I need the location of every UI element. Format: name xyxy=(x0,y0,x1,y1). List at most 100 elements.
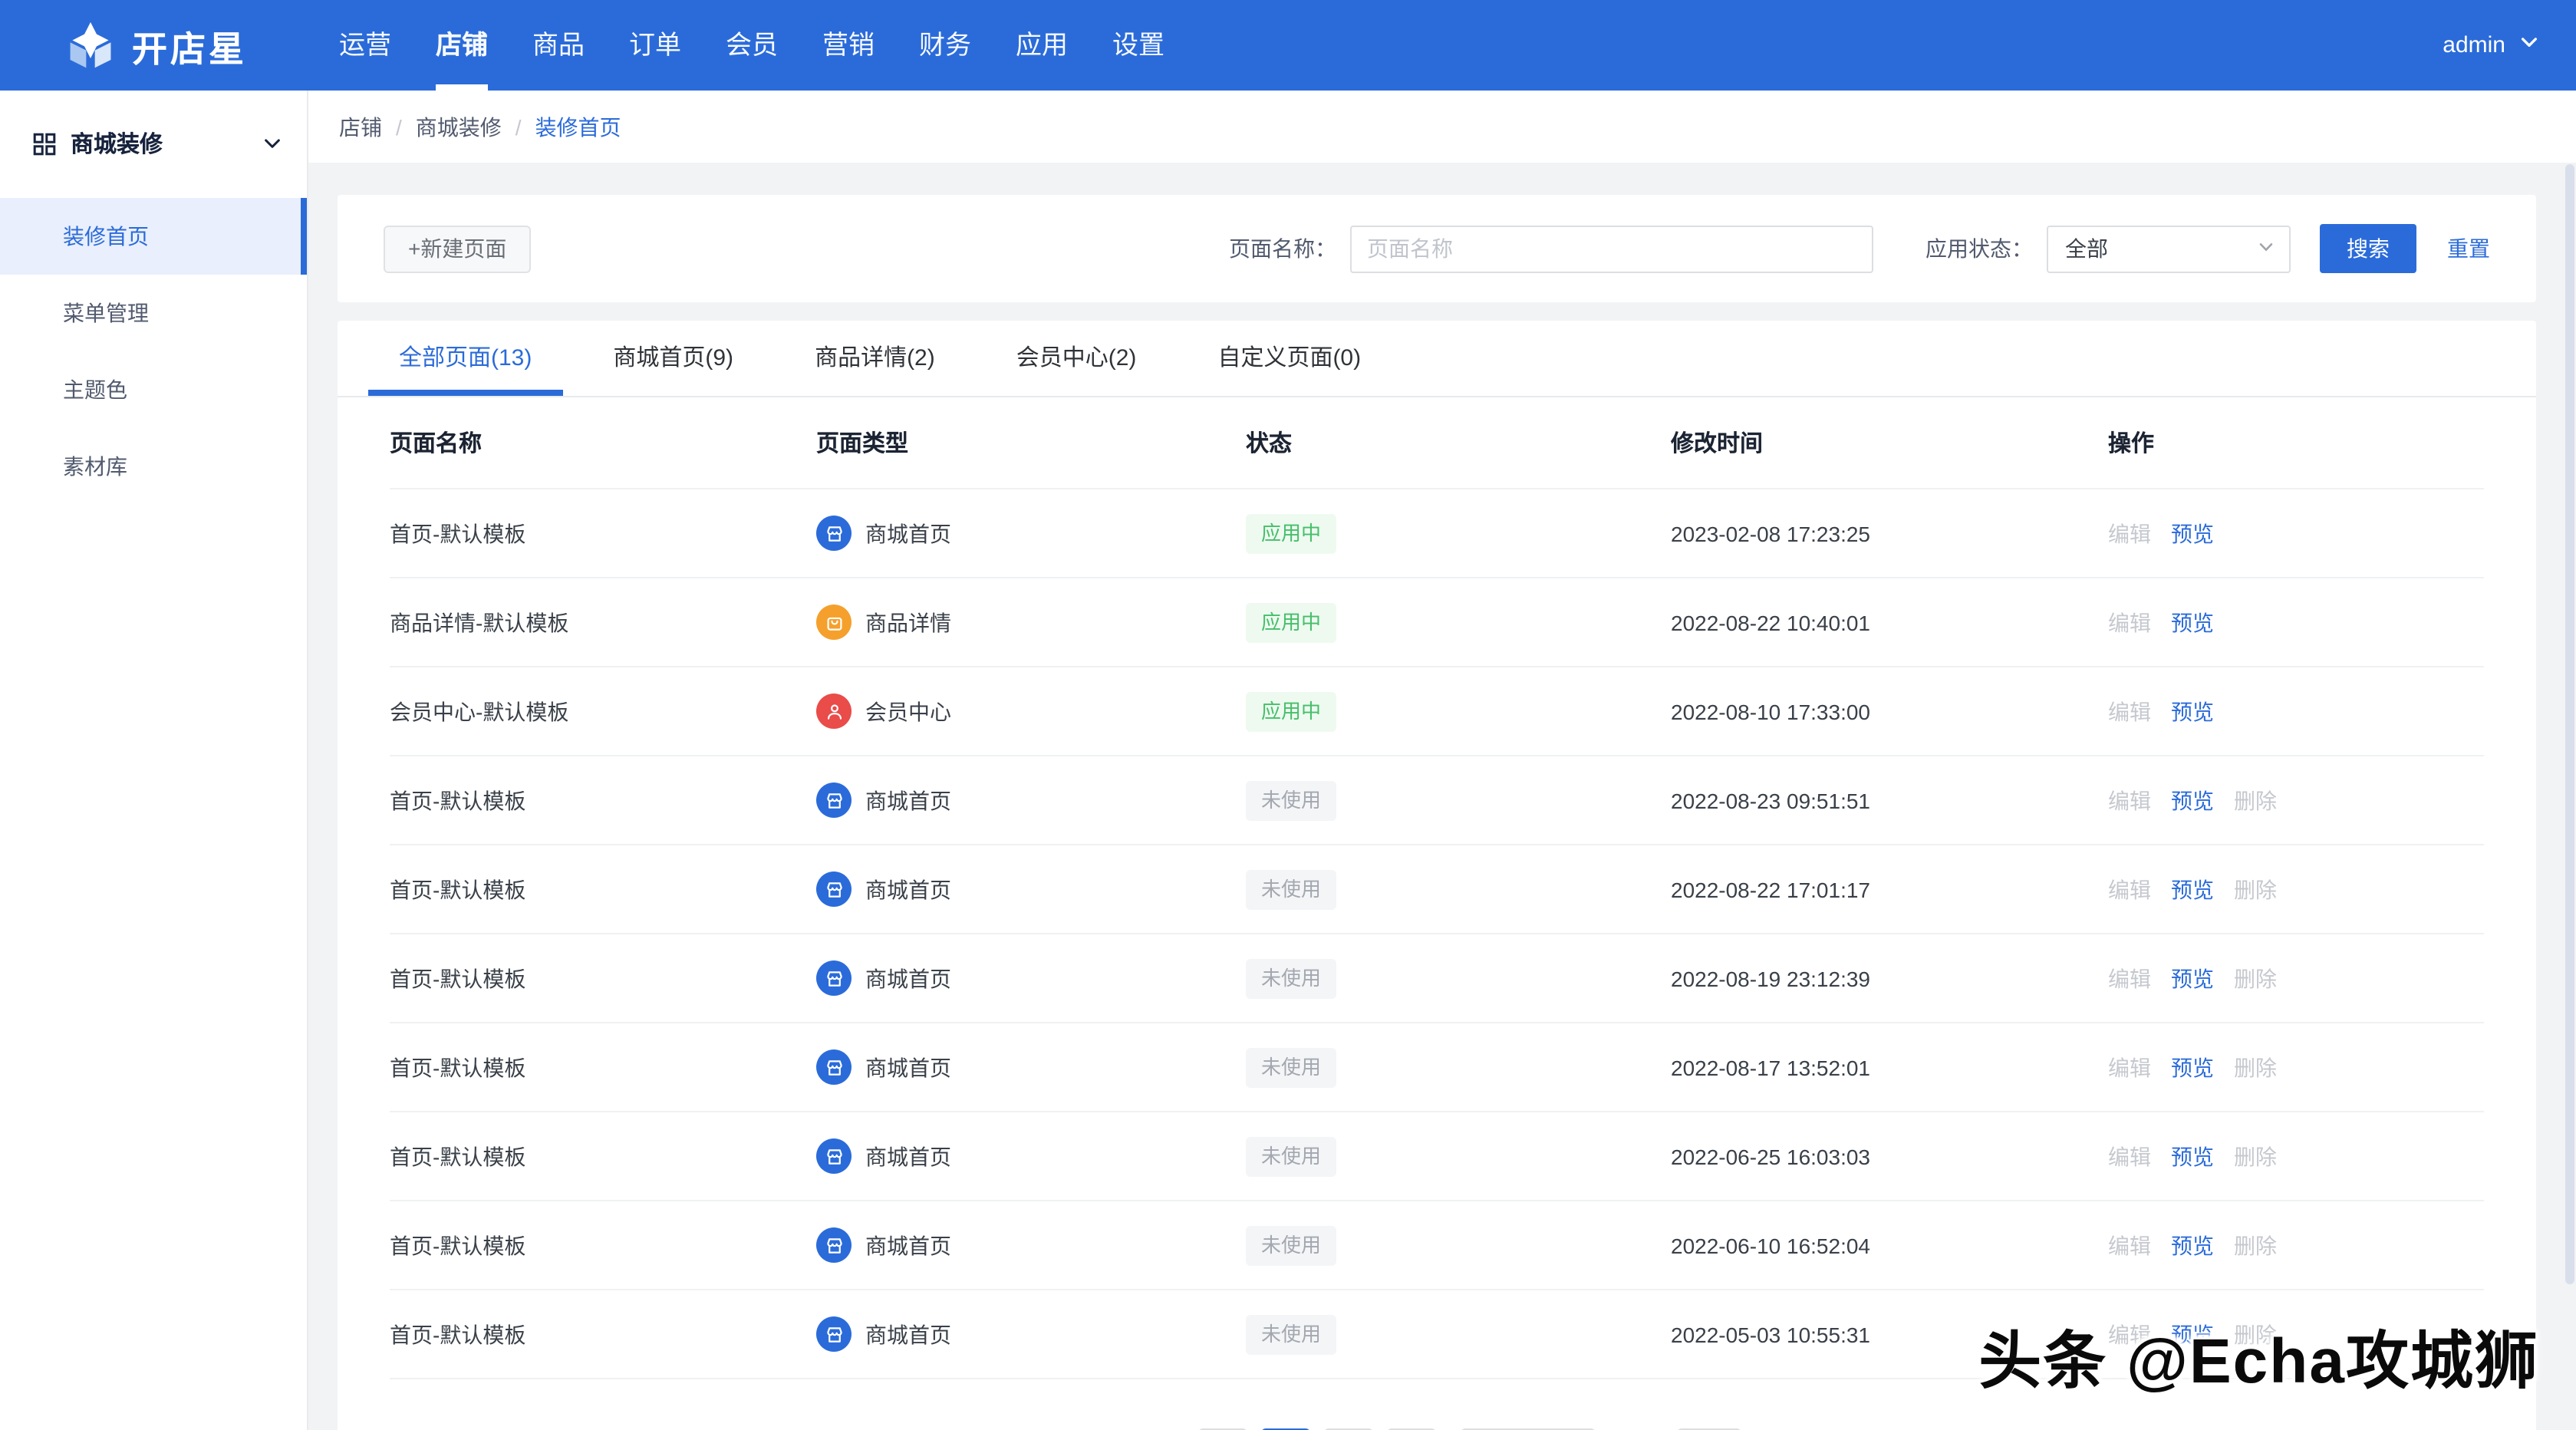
preview-action[interactable]: 预览 xyxy=(2171,1055,2214,1079)
modified-time-cell: 2022-08-23 09:51:51 xyxy=(1671,788,2108,812)
status-badge: 未使用 xyxy=(1246,958,1336,998)
status-cell: 未使用 xyxy=(1246,869,1671,909)
nav-item[interactable]: 商品 xyxy=(532,0,585,91)
page-type-label: 商城首页 xyxy=(865,963,951,993)
page-type-label: 商城首页 xyxy=(865,1230,951,1260)
sidebar-item[interactable]: 主题色 xyxy=(0,351,307,428)
edit-action: 编辑 xyxy=(2108,877,2151,901)
brand-logo[interactable]: 开店星 xyxy=(64,19,247,71)
main-nav: 运营店铺商品订单会员营销财务应用设置 xyxy=(339,0,1164,91)
page-type-label: 商城首页 xyxy=(865,785,951,815)
status-badge: 应用中 xyxy=(1246,602,1336,642)
status-cell: 未使用 xyxy=(1246,1047,1671,1087)
username: admin xyxy=(2443,32,2505,58)
chevron-down-icon xyxy=(2257,236,2275,261)
preview-action[interactable]: 预览 xyxy=(2171,966,2214,990)
sidebar-item[interactable]: 素材库 xyxy=(0,428,307,505)
page-name-label: 页面名称： xyxy=(1229,233,1336,264)
sidebar-menu: 装修首页菜单管理主题色素材库 xyxy=(0,198,307,505)
storefront-icon xyxy=(816,1138,852,1174)
nav-item[interactable]: 营销 xyxy=(822,0,875,91)
scrollbar-thumb[interactable] xyxy=(2565,164,2574,1284)
filter-card: +新建页面 页面名称： 应用状态： 全部 搜索 重置 xyxy=(338,195,2536,302)
page-name-cell: 首页-默认模板 xyxy=(390,874,816,904)
status-badge: 未使用 xyxy=(1246,780,1336,820)
preview-action[interactable]: 预览 xyxy=(2171,877,2214,901)
actions-cell: 编辑预览删除 xyxy=(2108,874,2484,904)
page-type-cell: 商品详情 xyxy=(816,605,1246,640)
table-body: 首页-默认模板 商城首页 应用中 2023-02-08 17:23:25 编辑预… xyxy=(390,489,2484,1379)
breadcrumb-item[interactable]: 店铺 xyxy=(339,111,382,142)
tab[interactable]: 商品详情(2) xyxy=(784,321,966,396)
new-page-button[interactable]: +新建页面 xyxy=(384,225,531,272)
nav-item[interactable]: 会员 xyxy=(726,0,778,91)
search-button[interactable]: 搜索 xyxy=(2320,224,2416,273)
edit-action: 编辑 xyxy=(2108,788,2151,812)
sidebar-group-label: 商城装修 xyxy=(71,127,163,160)
table-row: 会员中心-默认模板 会员中心 应用中 2022-08-10 17:33:00 编… xyxy=(390,667,2484,756)
modified-time-cell: 2022-08-22 17:01:17 xyxy=(1671,877,2108,901)
actions-cell: 编辑预览删除 xyxy=(2108,1230,2484,1260)
breadcrumb-item[interactable]: 商城装修 xyxy=(416,111,502,142)
page-type-label: 商城首页 xyxy=(865,518,951,549)
reset-link[interactable]: 重置 xyxy=(2447,233,2490,264)
page-type-label: 商城首页 xyxy=(865,1319,951,1349)
status-badge: 未使用 xyxy=(1246,869,1336,909)
nav-item[interactable]: 财务 xyxy=(919,0,971,91)
preview-action[interactable]: 预览 xyxy=(2171,1233,2214,1257)
status-cell: 应用中 xyxy=(1246,602,1671,642)
delete-action: 删除 xyxy=(2234,1055,2277,1079)
modified-time-cell: 2022-08-22 10:40:01 xyxy=(1671,610,2108,634)
tab[interactable]: 会员中心(2) xyxy=(986,321,1168,396)
edit-action: 编辑 xyxy=(2108,1144,2151,1168)
storefront-icon xyxy=(816,516,852,551)
preview-action[interactable]: 预览 xyxy=(2171,610,2214,634)
page-name-cell: 首页-默认模板 xyxy=(390,1141,816,1171)
nav-item[interactable]: 店铺 xyxy=(436,0,488,91)
status-label: 应用状态： xyxy=(1925,233,2033,264)
tab[interactable]: 自定义页面(0) xyxy=(1187,321,1392,396)
delete-action: 删除 xyxy=(2234,788,2277,812)
user-menu[interactable]: admin xyxy=(2443,32,2539,58)
page-type-label: 商城首页 xyxy=(865,874,951,904)
page-type-label: 商城首页 xyxy=(865,1052,951,1082)
preview-action[interactable]: 预览 xyxy=(2171,521,2214,545)
storefront-icon xyxy=(816,1316,852,1352)
storefront-icon xyxy=(816,1227,852,1263)
page-name-input[interactable] xyxy=(1350,225,1873,272)
sidebar-group-header[interactable]: 商城装修 xyxy=(0,91,307,160)
edit-action: 编辑 xyxy=(2108,610,2151,634)
modified-time-cell: 2022-06-25 16:03:03 xyxy=(1671,1144,2108,1168)
table-row: 首页-默认模板 商城首页 未使用 2022-08-22 17:01:17 编辑预… xyxy=(390,845,2484,934)
storefront-icon xyxy=(816,783,852,818)
page-name-cell: 首页-默认模板 xyxy=(390,1319,816,1349)
preview-action[interactable]: 预览 xyxy=(2171,788,2214,812)
table-row: 首页-默认模板 商城首页 未使用 2022-08-19 23:12:39 编辑预… xyxy=(390,934,2484,1023)
brand-name: 开店星 xyxy=(132,19,247,71)
status-cell: 未使用 xyxy=(1246,780,1671,820)
modified-time-cell: 2023-02-08 17:23:25 xyxy=(1671,521,2108,545)
status-select-value: 全部 xyxy=(2065,233,2257,264)
preview-action[interactable]: 预览 xyxy=(2171,1144,2214,1168)
status-badge: 未使用 xyxy=(1246,1136,1336,1176)
tab[interactable]: 商城首页(9) xyxy=(582,321,764,396)
nav-item[interactable]: 订单 xyxy=(629,0,681,91)
preview-action[interactable]: 预览 xyxy=(2171,699,2214,723)
brand-logo-icon xyxy=(64,19,117,71)
actions-cell: 编辑预览删除 xyxy=(2108,785,2484,815)
nav-item[interactable]: 应用 xyxy=(1016,0,1068,91)
nav-item[interactable]: 设置 xyxy=(1112,0,1164,91)
sidebar-item[interactable]: 装修首页 xyxy=(0,198,307,275)
table-row: 首页-默认模板 商城首页 未使用 2022-08-23 09:51:51 编辑预… xyxy=(390,756,2484,845)
actions-cell: 编辑预览删除 xyxy=(2108,963,2484,993)
status-badge: 应用中 xyxy=(1246,513,1336,553)
status-select[interactable]: 全部 xyxy=(2047,225,2291,272)
nav-item[interactable]: 运营 xyxy=(339,0,391,91)
sidebar-item[interactable]: 菜单管理 xyxy=(0,275,307,351)
actions-cell: 编辑预览删除 xyxy=(2108,1052,2484,1082)
status-cell: 未使用 xyxy=(1246,1136,1671,1176)
status-badge: 应用中 xyxy=(1246,691,1336,731)
column-header: 页面类型 xyxy=(816,427,1246,459)
storefront-icon xyxy=(816,960,852,996)
tab[interactable]: 全部页面(13) xyxy=(368,321,562,396)
